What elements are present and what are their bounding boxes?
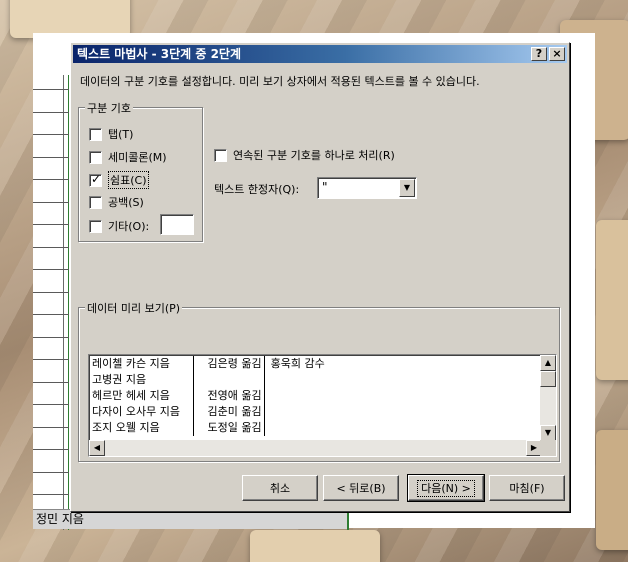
data-preview-label: 데이터 미리 보기(P) (85, 300, 183, 316)
help-button[interactable]: ? (531, 47, 547, 61)
grid-line (33, 314, 69, 315)
other-delimiter-input[interactable] (160, 214, 194, 235)
preview-cell (264, 388, 327, 404)
semicolon-checkbox[interactable] (89, 150, 102, 164)
preview-cell: 김은령 옮김 (193, 356, 265, 372)
grid-line (33, 89, 69, 90)
grid-line (33, 359, 69, 360)
text-import-wizard-dialog: 텍스트 마법사 - 3단계 중 2단계 ? × 데이터의 구분 기호를 설정합니… (70, 42, 570, 512)
preview-cell (264, 420, 327, 436)
finish-button[interactable]: 마침(F) (489, 475, 565, 501)
preview-cell (264, 372, 327, 388)
dialog-description: 데이터의 구분 기호를 설정합니다. 미리 보기 상자에서 적용된 텍스트를 볼… (80, 75, 480, 88)
comma-checkbox-row[interactable]: 쉼표(C) (89, 171, 149, 189)
spreadsheet-cell[interactable]: 정민 지음 (33, 509, 349, 530)
preview-cell: 김춘미 옮김 (193, 404, 265, 420)
grid-line (33, 269, 69, 270)
wooden-block (250, 530, 380, 562)
grid-line (33, 381, 69, 383)
grid-line (33, 246, 69, 248)
other-checkbox-label: 기타(O): (108, 220, 150, 233)
preview-row: 조지 오웰 지음 도정일 옮김 (90, 420, 327, 436)
horizontal-scrollbar[interactable]: ◀ ▶ (89, 440, 542, 456)
grid-line (33, 404, 69, 405)
spreadsheet-edge (33, 75, 69, 530)
consecutive-delimiters-label: 연속된 구분 기호를 하나로 처리(R) (233, 149, 395, 162)
cell-text: 정민 지음 (36, 512, 84, 526)
grid-line (33, 449, 69, 450)
preview-cell: 조지 오웰 지음 (90, 420, 194, 436)
grid-line (33, 426, 69, 428)
scroll-left-icon[interactable]: ◀ (89, 440, 105, 456)
grid-line (33, 291, 69, 293)
back-button[interactable]: < 뒤로(B) (323, 475, 399, 501)
semicolon-checkbox-row[interactable]: 세미콜론(M) (89, 149, 167, 165)
next-button-label: 다음(N) > (417, 479, 475, 497)
vertical-scrollbar[interactable]: ▲ ▼ (540, 355, 556, 441)
close-button[interactable]: × (549, 47, 565, 61)
grid-line (33, 224, 69, 225)
preview-row: 레이첼 카슨 지음 김은령 옮김 홍욱희 감수 (90, 356, 327, 372)
grid-line (33, 494, 69, 495)
comma-checkbox[interactable] (89, 172, 102, 187)
tab-checkbox[interactable] (89, 127, 102, 141)
other-checkbox[interactable] (89, 219, 102, 233)
next-button[interactable]: 다음(N) > (407, 474, 485, 502)
preview-cell: 다자이 오사무 지음 (90, 404, 194, 420)
preview-row: 다자이 오사무 지음 김춘미 옮김 (90, 404, 327, 420)
cancel-button[interactable]: 취소 (242, 475, 318, 501)
grid-line (63, 75, 64, 530)
dialog-title: 텍스트 마법사 - 3단계 중 2단계 (77, 47, 242, 61)
grid-line (33, 111, 69, 113)
grid-line (33, 156, 69, 158)
preview-row: 헤르만 헤세 지음 전영애 옮김 (90, 388, 327, 404)
scrollbar-corner (540, 440, 556, 456)
preview-cell (264, 404, 327, 420)
preview-cell: 도정일 옮김 (193, 420, 265, 436)
preview-cell (193, 372, 265, 388)
wooden-block (596, 220, 628, 380)
grid-line (33, 201, 69, 203)
grid-line (33, 179, 69, 180)
consecutive-checkbox-row[interactable]: 연속된 구분 기호를 하나로 처리(R) (214, 147, 395, 163)
dropdown-arrow-icon[interactable]: ▼ (399, 179, 415, 197)
scroll-thumb[interactable] (540, 371, 556, 387)
grid-line (33, 336, 69, 338)
space-checkbox-row[interactable]: 공백(S) (89, 194, 144, 210)
tab-checkbox-label: 탭(T) (108, 128, 134, 141)
space-checkbox[interactable] (89, 195, 102, 209)
delimiters-group-label: 구분 기호 (85, 100, 133, 116)
preview-cell: 홍욱희 감수 (270, 357, 325, 370)
grid-line (33, 471, 69, 473)
preview-cell: 전영애 옮김 (193, 388, 265, 404)
preview-cell: 레이첼 카슨 지음 (90, 356, 194, 372)
cell-border (347, 510, 349, 530)
other-checkbox-row[interactable]: 기타(O): (89, 218, 149, 234)
tab-checkbox-row[interactable]: 탭(T) (89, 126, 133, 142)
comma-checkbox-label: 쉼표(C) (108, 171, 149, 189)
title-bar[interactable]: 텍스트 마법사 - 3단계 중 2단계 ? × (73, 45, 567, 63)
preview-row: 고병권 지음 (90, 372, 327, 388)
consecutive-delimiters-checkbox[interactable] (214, 148, 227, 162)
semicolon-checkbox-label: 세미콜론(M) (108, 151, 167, 164)
preview-cell: 고병권 지음 (90, 372, 194, 388)
grid-line (33, 134, 69, 135)
wooden-block (596, 430, 628, 550)
text-qualifier-label: 텍스트 한정자(Q): (214, 183, 300, 196)
data-preview-box[interactable]: 레이첼 카슨 지음 김은령 옮김 홍욱희 감수고병권 지음 헤르만 헤세 지음 전영애 … (88, 354, 557, 457)
preview-cell: 헤르만 헤세 지음 (90, 388, 194, 404)
scroll-up-icon[interactable]: ▲ (540, 355, 556, 371)
preview-table: 레이첼 카슨 지음 김은령 옮김 홍욱희 감수고병권 지음 헤르만 헤세 지음 전영애 … (90, 356, 327, 436)
text-qualifier-select[interactable]: " ▼ (317, 177, 417, 199)
text-qualifier-value: " (322, 180, 328, 194)
space-checkbox-label: 공백(S) (108, 196, 144, 209)
scroll-down-icon[interactable]: ▼ (540, 425, 556, 441)
